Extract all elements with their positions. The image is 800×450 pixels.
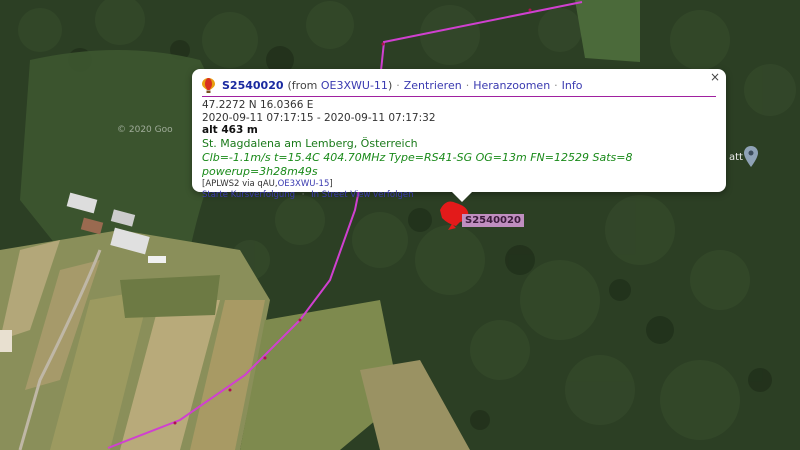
path-station-link[interactable]: OE3XWU-15: [278, 179, 330, 189]
balloon-icon: [202, 77, 215, 93]
popup-links: Starte Kursverfolgung · In Street View v…: [202, 189, 414, 200]
close-icon[interactable]: ×: [710, 70, 720, 84]
from-station-link[interactable]: OE3XWU-11: [321, 79, 388, 92]
popup-header: S2540020 (from OE3XWU-11) · Zentrieren ·…: [202, 77, 716, 93]
coordinates: 47.2272 N 16.0366 E: [202, 99, 314, 111]
street-view-link[interactable]: In Street View verfolgen: [311, 190, 413, 200]
satellite-map[interactable]: [0, 0, 800, 450]
zoom-in-link[interactable]: Heranzoomen: [473, 80, 550, 91]
location-name: St. Magdalena am Lemberg, Österreich: [202, 136, 418, 150]
marker-label[interactable]: S2540020: [462, 214, 524, 227]
time-range: 2020-09-11 07:17:15 - 2020-09-11 07:17:3…: [202, 111, 436, 124]
telemetry-comment: Clb=-1.1m/s t=15.4C 404.70MHz Type=RS41-…: [202, 150, 633, 178]
callsign-link[interactable]: S2540020: [222, 79, 284, 92]
info-popup: × S2540020 (from OE3XWU-11) · Zentrieren…: [192, 69, 726, 202]
info-link[interactable]: Info: [562, 80, 583, 91]
packet-path: [APLWS2 via qAU,OE3XWU-15]: [202, 178, 333, 189]
map-watermark: © 2020 Goo: [117, 125, 173, 135]
start-tracking-link[interactable]: Starte Kursverfolgung: [202, 190, 295, 200]
popup-divider: [202, 96, 716, 97]
map-place-label: att: [729, 152, 743, 163]
center-link[interactable]: Zentrieren: [404, 80, 462, 91]
location-pin-icon[interactable]: [744, 146, 758, 168]
altitude: alt 463 m: [202, 124, 258, 136]
from-station: (from OE3XWU-11): [287, 78, 393, 92]
